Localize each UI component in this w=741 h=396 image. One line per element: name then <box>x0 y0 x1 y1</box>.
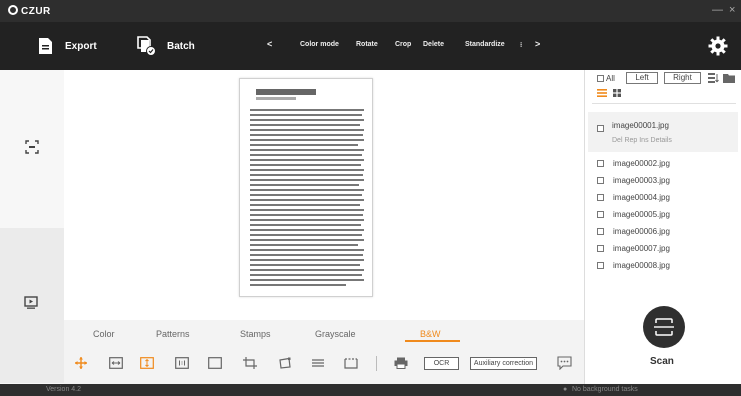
title-bar: CZUR — × <box>0 0 741 22</box>
tool-divider <box>376 356 377 371</box>
file-actions[interactable]: Del Rep Ins Details <box>612 137 672 144</box>
checkbox[interactable] <box>597 245 604 252</box>
checkbox[interactable] <box>597 228 604 235</box>
sort-icon[interactable] <box>708 73 720 83</box>
panel-divider <box>592 103 736 104</box>
tool-rotate[interactable]: Rotate <box>356 41 378 48</box>
file-item[interactable]: image00007.jpg <box>597 244 670 253</box>
file-item[interactable]: image00003.jpg <box>597 176 670 185</box>
status-dot-icon: ● <box>563 386 568 393</box>
export-label: Export <box>65 40 97 52</box>
filter-color[interactable]: Color <box>93 329 115 339</box>
checkbox[interactable] <box>597 160 604 167</box>
document-icon <box>39 38 52 54</box>
flatten-icon[interactable] <box>344 357 358 369</box>
logo-icon <box>8 5 18 15</box>
file-name: image00004.jpg <box>613 193 670 202</box>
file-name: image00003.jpg <box>613 176 670 185</box>
checkbox[interactable] <box>597 262 604 269</box>
filter-stamps[interactable]: Stamps <box>240 329 271 339</box>
checkbox[interactable] <box>597 177 604 184</box>
active-filter-indicator <box>405 340 460 342</box>
more-icon[interactable]: ⁝ <box>520 41 522 49</box>
file-item[interactable]: image00008.jpg <box>597 261 670 270</box>
tool-standardize[interactable]: Standardize <box>465 41 505 48</box>
minimize-button[interactable]: — <box>712 4 723 16</box>
status-bar: Version 4.2 ● No background tasks <box>0 384 741 396</box>
fit-height-icon[interactable] <box>140 357 154 369</box>
tool-crop[interactable]: Crop <box>395 41 411 48</box>
tool-delete[interactable]: Delete <box>423 41 444 48</box>
close-button[interactable]: × <box>729 4 735 16</box>
file-name: image00005.jpg <box>613 210 670 219</box>
select-all-label: All <box>606 74 615 83</box>
checkbox[interactable] <box>597 211 604 218</box>
file-item[interactable]: image00004.jpg <box>597 193 670 202</box>
crop-icon[interactable] <box>243 357 257 369</box>
file-name: image00007.jpg <box>613 244 670 253</box>
file-item[interactable]: image00005.jpg <box>597 210 670 219</box>
scan-icon <box>654 318 674 336</box>
batch-button[interactable]: Batch <box>137 22 195 70</box>
select-all-checkbox[interactable]: All <box>597 74 615 83</box>
gear-icon[interactable] <box>707 35 729 57</box>
file-item-selected[interactable] <box>588 112 738 152</box>
frame-icon[interactable] <box>208 357 222 369</box>
background-tasks-status: No background tasks <box>572 386 638 393</box>
version-text: Version 4.2 <box>46 386 82 393</box>
file-name: image00006.jpg <box>613 227 670 236</box>
tool-color-mode[interactable]: Color mode <box>300 41 339 48</box>
move-icon[interactable] <box>74 357 88 369</box>
list-view-icon[interactable] <box>597 89 607 97</box>
fit-width-icon[interactable] <box>109 357 123 369</box>
filter-bw[interactable]: B&W <box>420 329 441 339</box>
preview-icon[interactable] <box>24 296 38 309</box>
file-item[interactable]: image00006.jpg <box>597 227 670 236</box>
next-icon[interactable]: > <box>535 39 540 49</box>
actual-size-icon[interactable] <box>175 357 189 369</box>
auxiliary-correction-button[interactable]: Auxiliary correction <box>470 357 537 370</box>
document-page-preview[interactable] <box>239 78 373 297</box>
file-name: image00002.jpg <box>613 159 670 168</box>
logo-text: CZUR <box>21 6 51 17</box>
scan-label: Scan <box>650 356 674 367</box>
file-item[interactable]: image00002.jpg <box>597 159 670 168</box>
page-heading <box>256 89 316 95</box>
page-subheading <box>256 97 296 100</box>
export-button[interactable]: Export <box>38 22 97 70</box>
skew-crop-icon[interactable] <box>278 357 292 369</box>
file-name: image00001.jpg <box>612 121 669 130</box>
filter-patterns[interactable]: Patterns <box>156 329 190 339</box>
filter-grayscale[interactable]: Grayscale <box>315 329 356 339</box>
file-name: image00008.jpg <box>613 261 670 270</box>
czur-logo: CZUR <box>8 5 51 17</box>
split-icon[interactable] <box>311 357 325 369</box>
main-toolbar: Export Batch < Color mode Rotate Crop De… <box>0 22 741 70</box>
checkbox[interactable] <box>597 125 604 132</box>
chat-icon[interactable] <box>557 355 572 370</box>
folder-icon[interactable] <box>723 73 736 83</box>
scan-button[interactable] <box>643 306 685 348</box>
grid-view-icon[interactable] <box>613 89 621 97</box>
ocr-button[interactable]: OCR <box>424 357 459 370</box>
printer-icon[interactable] <box>394 357 408 369</box>
checkbox[interactable] <box>597 75 604 82</box>
left-button[interactable]: Left <box>626 72 658 84</box>
batch-label: Batch <box>167 40 195 52</box>
fit-screen-icon[interactable] <box>25 140 39 154</box>
right-button[interactable]: Right <box>664 72 701 84</box>
prev-icon[interactable]: < <box>267 39 272 49</box>
file-item[interactable] <box>597 124 606 133</box>
checkbox[interactable] <box>597 194 604 201</box>
batch-icon <box>137 36 156 56</box>
